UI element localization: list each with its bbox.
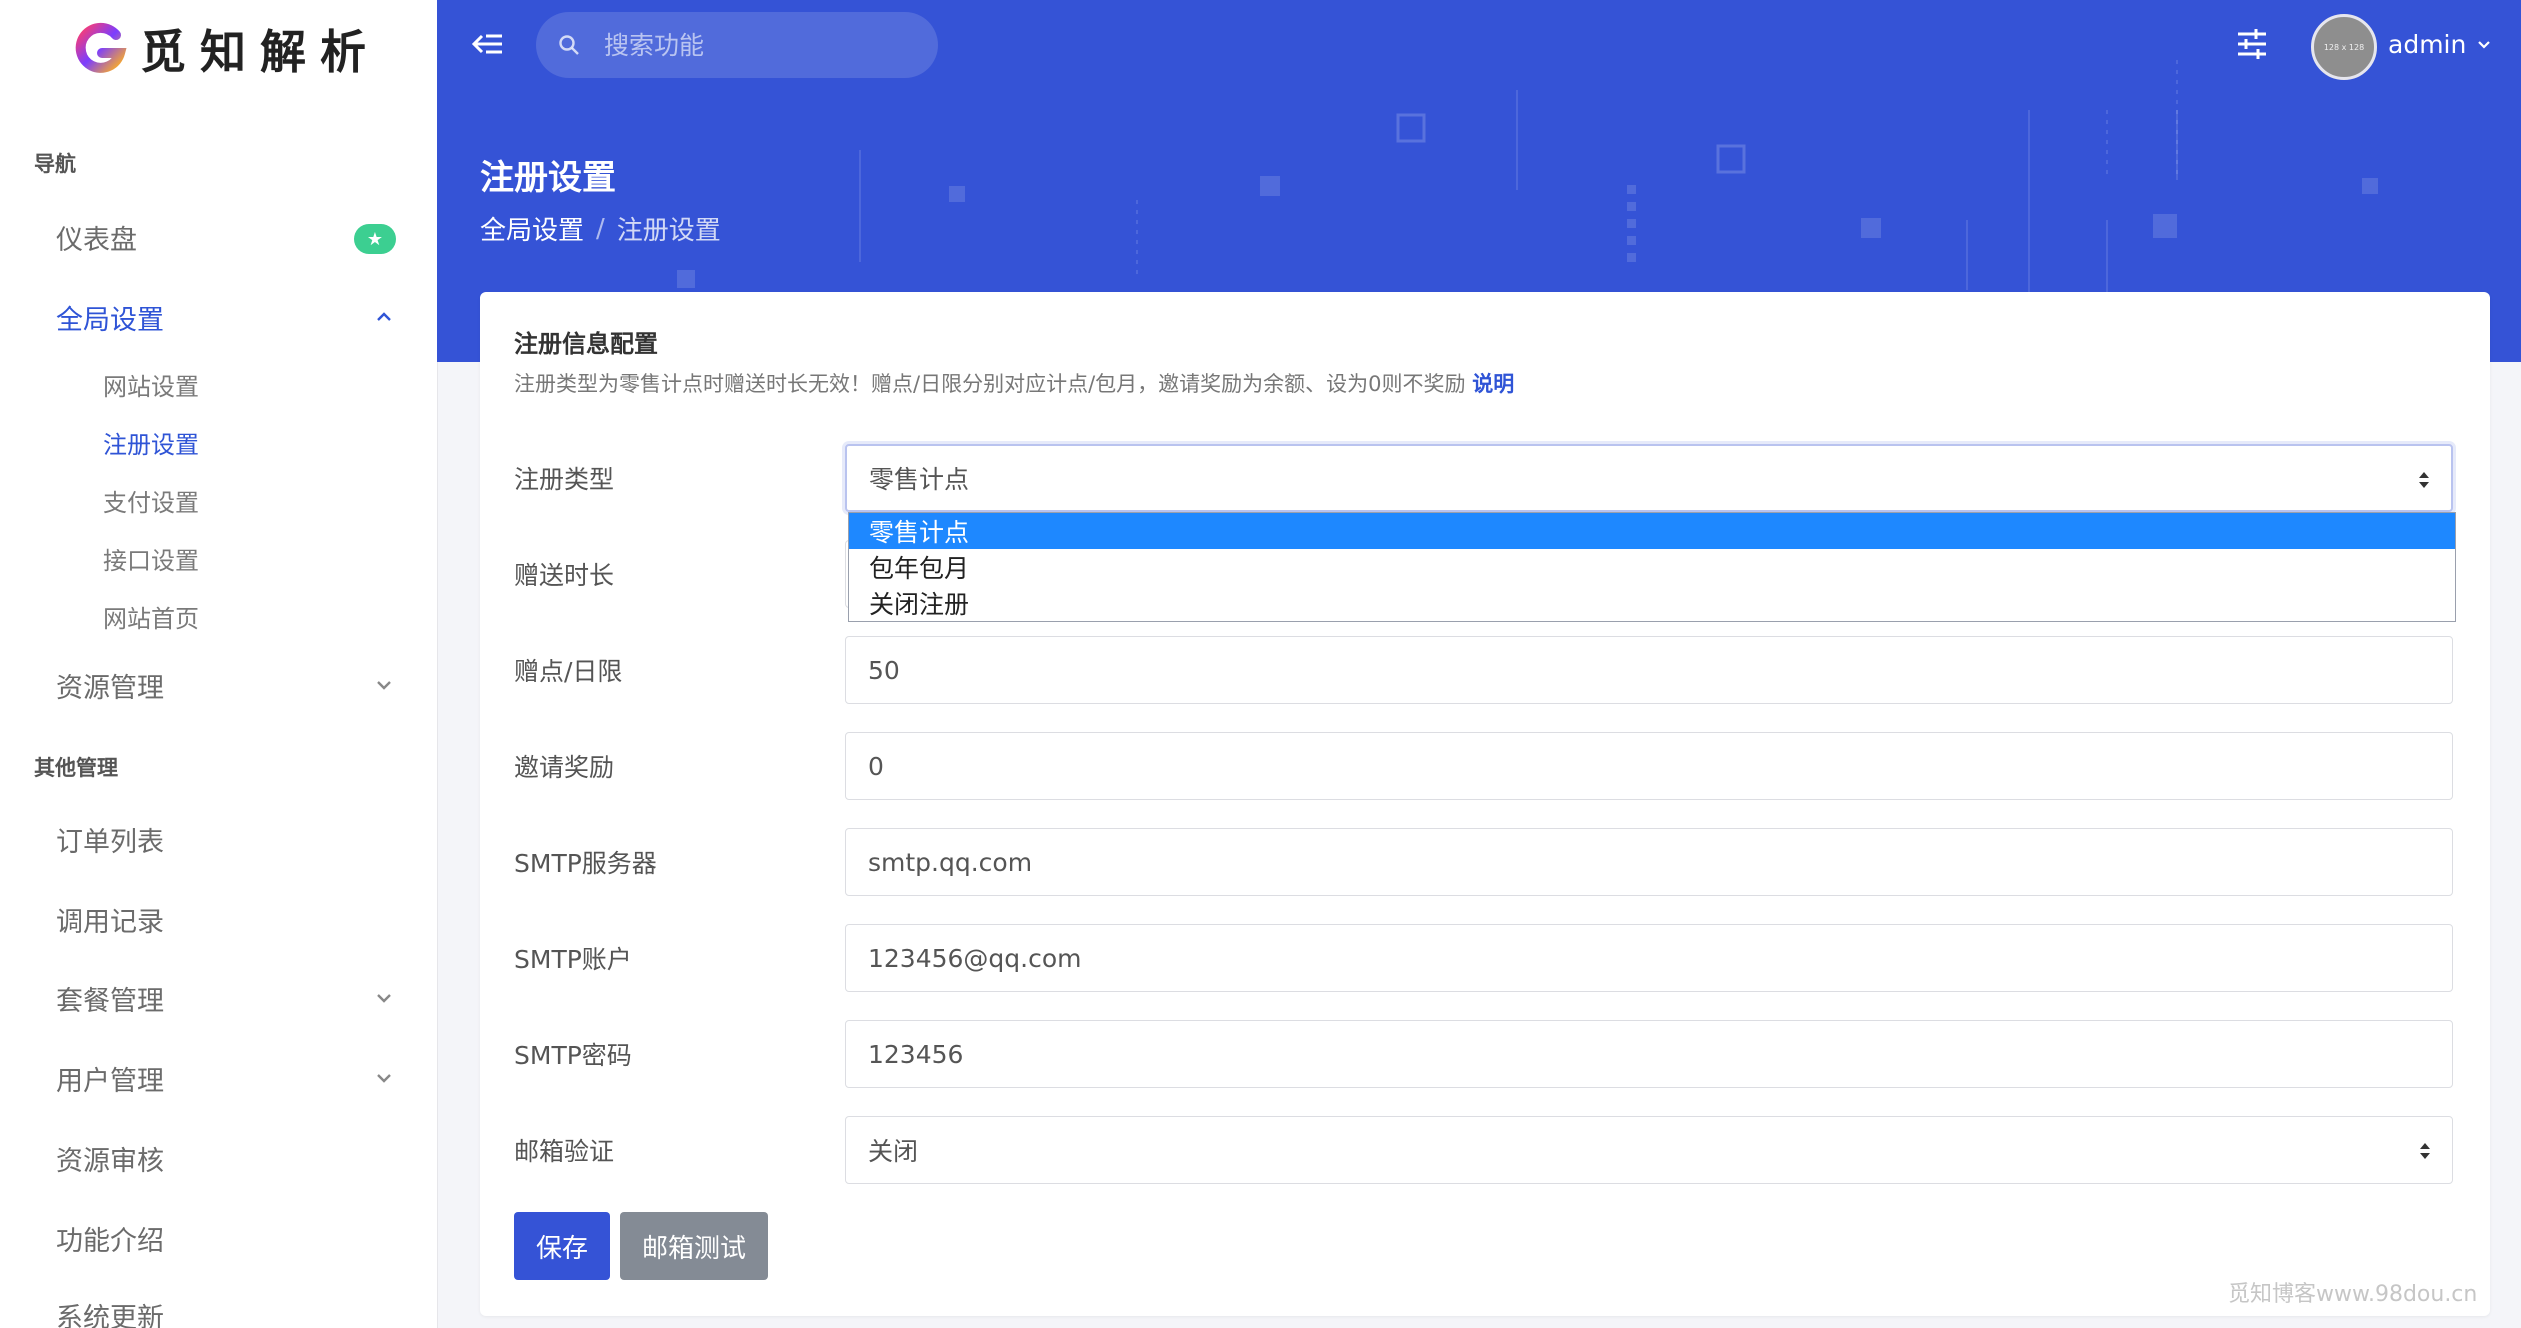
page-title: 注册设置 [480, 158, 616, 198]
label-email-verify: 邮箱验证 [514, 1137, 615, 1166]
chevron-up-icon [377, 312, 391, 321]
dropdown-option[interactable]: 包年包月 [849, 549, 2455, 585]
search-box[interactable] [536, 12, 938, 78]
breadcrumb-item-current: 注册设置 [616, 216, 721, 246]
sidebar: 觅知解析 导航 仪表盘 ★ 全局设置 网站设置 注册设置 支付设置 接口设置 网… [0, 0, 438, 1328]
chevron-down-icon [377, 994, 391, 1003]
label-gift-points: 赠点/日限 [514, 657, 623, 686]
sidebar-subitem-homepage[interactable]: 网站首页 [103, 596, 199, 636]
sidebar-item-label: 套餐管理 [56, 985, 164, 1017]
smtp-password-input[interactable]: 123456 [845, 1020, 2453, 1088]
sidebar-item-label: 功能介绍 [56, 1225, 164, 1257]
sidebar-item-call-records[interactable]: 调用记录 [56, 894, 396, 944]
label-gift-duration: 赠送时长 [514, 561, 615, 590]
sidebar-item-orders[interactable]: 订单列表 [56, 814, 396, 864]
sidebar-item-package-management[interactable]: 套餐管理 [56, 973, 396, 1023]
sidebar-subitem-api-settings[interactable]: 接口设置 [103, 538, 199, 578]
dropdown-option[interactable]: 关闭注册 [849, 585, 2455, 621]
invite-reward-input[interactable]: 0 [845, 732, 2453, 800]
search-input[interactable] [602, 29, 906, 61]
breadcrumb-item-global-settings[interactable]: 全局设置 [480, 210, 584, 247]
description-text: 注册类型为零售计点时赠送时长无效！赠点/日限分别对应计点/包月，邀请奖励为余额、… [514, 372, 1466, 396]
sidebar-item-label: 用户管理 [56, 1065, 164, 1097]
watermark: 觅知博客www.98dou.cn [2228, 1282, 2478, 1307]
username-label: admin [2388, 29, 2467, 59]
sidebar-item-label: 仪表盘 [56, 224, 137, 256]
chevron-down-icon [377, 1074, 391, 1083]
sidebar-item-global-settings[interactable]: 全局设置 [56, 292, 396, 342]
sidebar-item-label: 订单列表 [56, 826, 164, 858]
label-invite-reward: 邀请奖励 [514, 753, 615, 782]
sidebar-item-system-update[interactable]: 系统更新 [56, 1290, 396, 1328]
logo-icon [75, 22, 127, 73]
label-smtp-account: SMTP账户 [514, 945, 632, 974]
select-arrows-icon [2419, 472, 2429, 488]
sidebar-item-dashboard[interactable]: 仪表盘 ★ [56, 212, 396, 262]
dropdown-option[interactable]: 零售计点 [849, 513, 2455, 549]
label-smtp-server: SMTP服务器 [514, 849, 657, 878]
avatar[interactable]: 128 x 128 [2311, 14, 2377, 80]
sidebar-item-label: 全局设置 [56, 304, 164, 336]
other-section-label: 其他管理 [34, 756, 118, 780]
label-reg-type: 注册类型 [514, 465, 615, 494]
sidebar-item-user-management[interactable]: 用户管理 [56, 1053, 396, 1103]
email-verify-value: 关闭 [868, 1137, 919, 1166]
reg-type-value: 零售计点 [869, 465, 970, 494]
sidebar-subitem-payment-settings[interactable]: 支付设置 [103, 480, 199, 520]
sidebar-item-resource-review[interactable]: 资源审核 [56, 1133, 396, 1183]
sidebar-item-features[interactable]: 功能介绍 [56, 1213, 396, 1263]
logo-text: 觅知解析 [140, 25, 380, 79]
sidebar-item-label: 资源审核 [56, 1145, 164, 1177]
card-title: 注册信息配置 [514, 330, 658, 358]
chevron-down-icon [377, 681, 391, 690]
sidebar-item-resource-management[interactable]: 资源管理 [56, 660, 396, 710]
select-arrows-icon [2420, 1143, 2430, 1159]
email-test-button[interactable]: 邮箱测试 [620, 1212, 768, 1280]
smtp-account-input[interactable]: 123456@qq.com [845, 924, 2453, 992]
sidebar-item-label: 系统更新 [56, 1302, 164, 1328]
logo[interactable]: 觅知解析 [72, 16, 380, 82]
collapse-menu-icon[interactable] [466, 24, 506, 64]
reg-type-select[interactable]: 零售计点 [845, 444, 2453, 512]
search-icon [559, 35, 579, 55]
card-description: 注册类型为零售计点时赠送时长无效！赠点/日限分别对应计点/包月，邀请奖励为余额、… [514, 368, 1514, 398]
smtp-server-input[interactable]: smtp.qq.com [845, 828, 2453, 896]
reg-type-dropdown: 零售计点 包年包月 关闭注册 [848, 512, 2456, 622]
label-smtp-password: SMTP密码 [514, 1041, 632, 1070]
nav-section-label: 导航 [34, 152, 76, 176]
sidebar-item-label: 调用记录 [56, 906, 164, 938]
email-verify-select[interactable]: 关闭 [845, 1116, 2453, 1184]
breadcrumb-separator: / [596, 213, 605, 244]
sliders-icon[interactable] [2232, 24, 2272, 64]
description-link[interactable]: 说明 [1472, 372, 1514, 396]
save-button[interactable]: 保存 [514, 1212, 610, 1280]
gift-points-input[interactable]: 50 [845, 636, 2453, 704]
sidebar-subitem-site-settings[interactable]: 网站设置 [103, 364, 199, 404]
chevron-down-icon [2478, 41, 2491, 49]
breadcrumb: 全局设置 / 注册设置 [480, 210, 721, 247]
sidebar-subitem-register-settings[interactable]: 注册设置 [103, 422, 199, 462]
user-menu[interactable]: admin [2388, 24, 2492, 64]
sidebar-item-label: 资源管理 [56, 672, 164, 704]
register-config-card: 注册信息配置 注册类型为零售计点时赠送时长无效！赠点/日限分别对应计点/包月，邀… [480, 292, 2490, 1316]
star-icon: ★ [354, 224, 396, 254]
